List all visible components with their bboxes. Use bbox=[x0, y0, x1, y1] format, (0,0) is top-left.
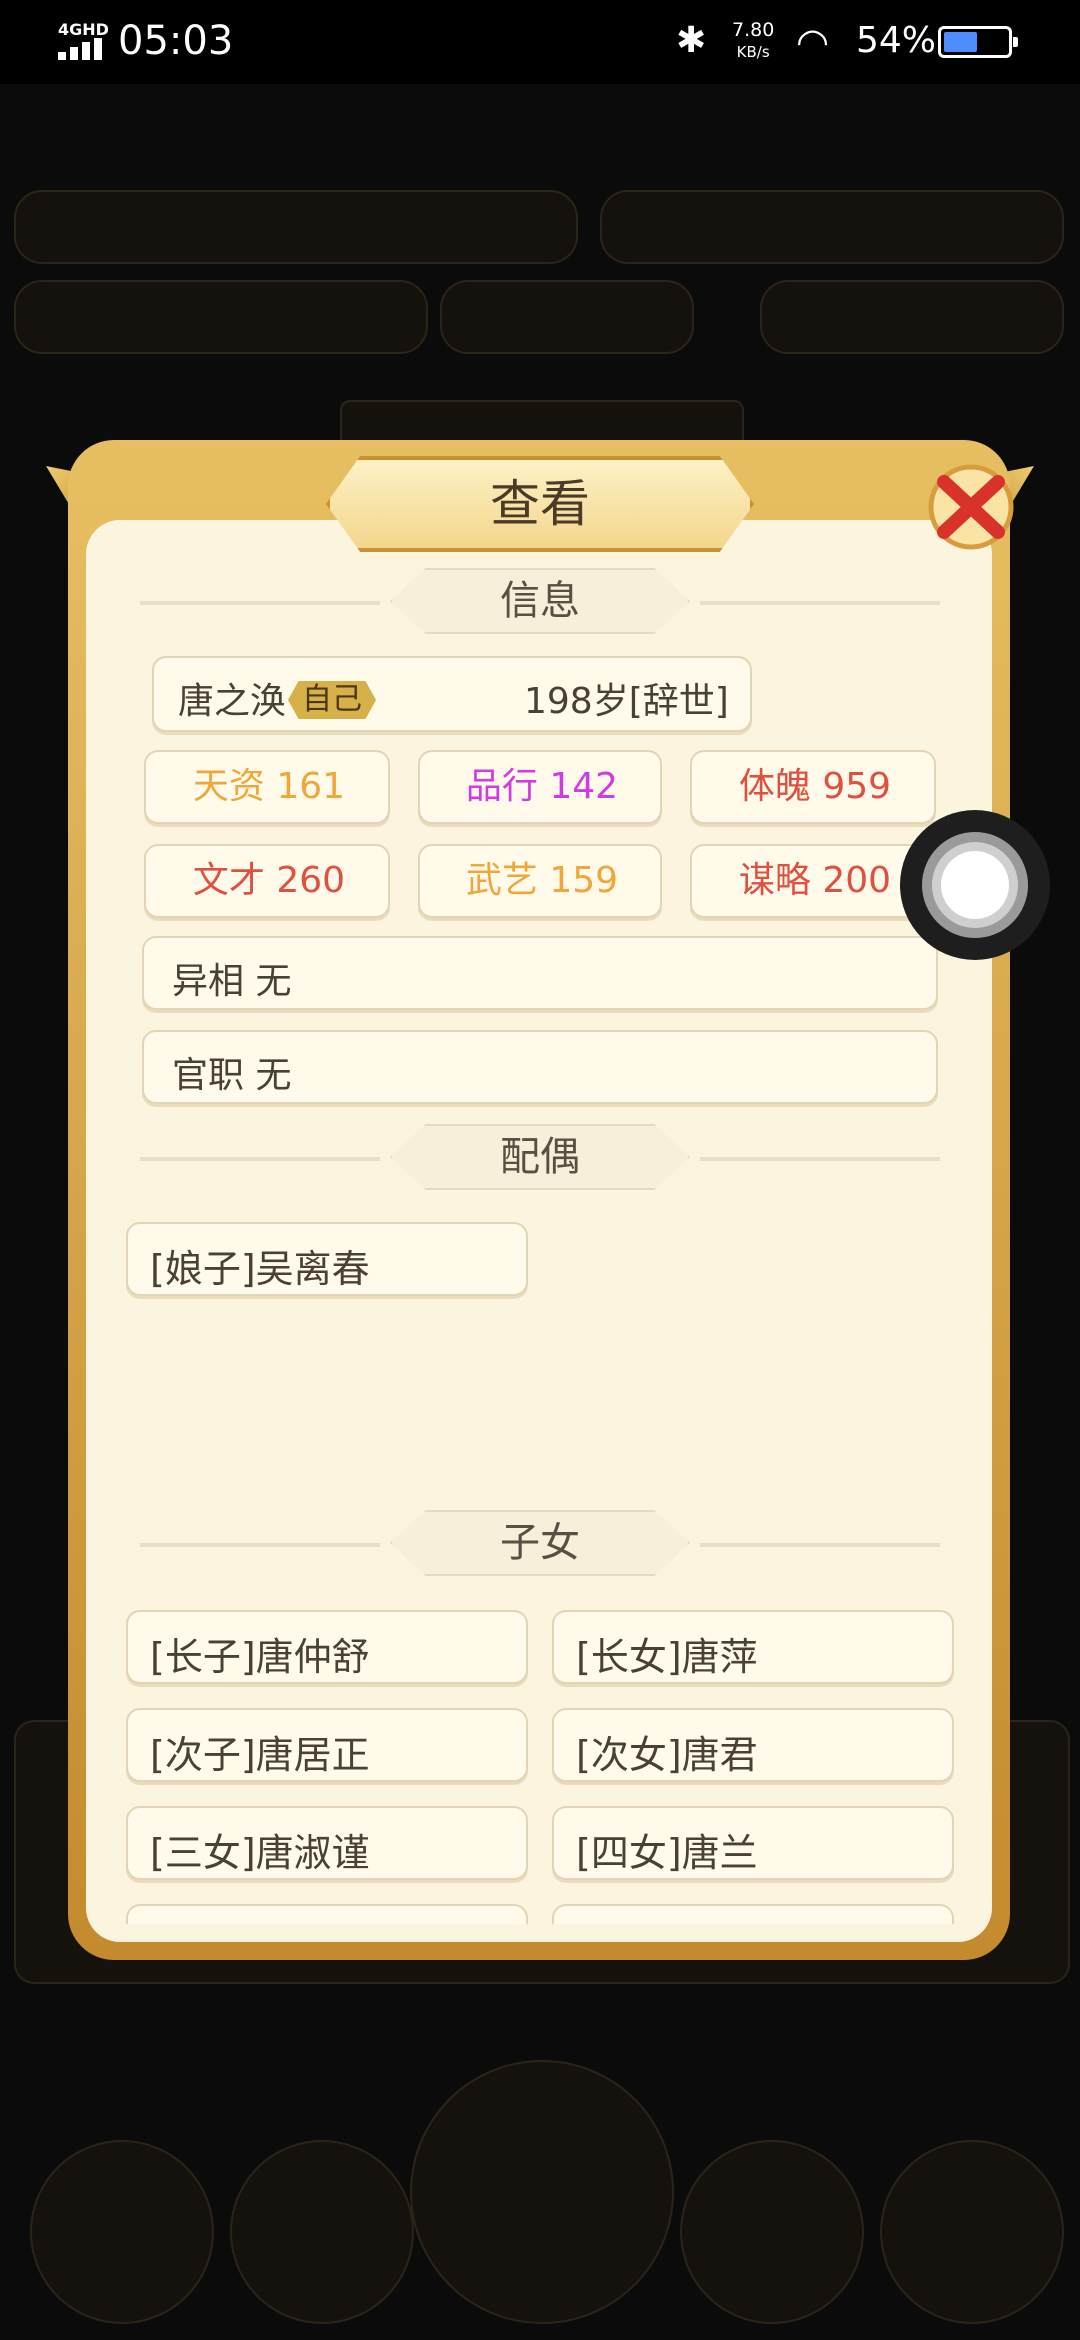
spouse-name: [娘子]吴离春 bbox=[150, 1247, 370, 1291]
clock: 05:03 bbox=[118, 18, 234, 64]
bg-panel bbox=[14, 280, 428, 354]
child-name: [四女]唐兰 bbox=[576, 1831, 758, 1875]
circle-icon bbox=[941, 851, 1009, 919]
bg-panel bbox=[30, 2140, 214, 2324]
bg-panel bbox=[600, 190, 1064, 264]
bg-panel bbox=[880, 2140, 1064, 2324]
bg-panel bbox=[680, 2140, 864, 2324]
network-speed: 7.80 KB/s bbox=[732, 19, 775, 62]
stat-card: 天资 161 bbox=[144, 750, 390, 824]
trait-card: 异相 无 bbox=[142, 936, 938, 1010]
stat-literary: 文才 260 bbox=[192, 860, 346, 901]
child-card[interactable]: [长子]唐仲舒 bbox=[126, 1610, 528, 1684]
stat-card: 武艺 159 bbox=[418, 844, 662, 918]
battery-icon bbox=[938, 26, 1018, 58]
child-name: [长子]唐仲舒 bbox=[150, 1635, 370, 1679]
bg-panel bbox=[230, 2140, 414, 2324]
character-name: 唐之涣 bbox=[178, 681, 287, 722]
stat-conduct: 品行 142 bbox=[465, 766, 619, 807]
stat-aptitude: 天资 161 bbox=[192, 766, 346, 807]
spouse-section-label: 配偶 bbox=[500, 1134, 580, 1180]
name-card: 唐之涣 自己 198岁[辞世] bbox=[152, 656, 752, 732]
bg-panel bbox=[440, 280, 694, 354]
spouse-card[interactable]: [娘子]吴离春 bbox=[126, 1222, 528, 1296]
child-card[interactable]: [长女]唐萍 bbox=[552, 1610, 954, 1684]
info-section-header: 信息 bbox=[140, 568, 940, 638]
dialog-title: 查看 bbox=[490, 475, 590, 533]
character-name-row: 唐之涣 自己 bbox=[178, 672, 377, 724]
child-card-partial[interactable] bbox=[552, 1904, 954, 1924]
child-name: [次女]唐君 bbox=[576, 1733, 758, 1777]
status-bar: 4GHD 05:03 ✱ 7.80 KB/s ◠ 54% bbox=[0, 0, 1080, 84]
spouse-section-header: 配偶 bbox=[140, 1124, 940, 1194]
signal-icon bbox=[58, 38, 106, 60]
bg-panel bbox=[760, 280, 1064, 354]
children-section-label: 子女 bbox=[500, 1520, 580, 1566]
child-card[interactable]: [次女]唐君 bbox=[552, 1708, 954, 1782]
stat-martial: 武艺 159 bbox=[465, 860, 619, 901]
bg-panel bbox=[14, 190, 578, 264]
network-type: 4GHD bbox=[58, 20, 109, 39]
floating-assistive-button[interactable] bbox=[900, 810, 1050, 960]
bg-panel bbox=[410, 2060, 674, 2324]
child-name: [三女]唐淑谨 bbox=[150, 1831, 370, 1875]
stat-physique: 体魄 959 bbox=[738, 766, 892, 807]
child-name: [长女]唐萍 bbox=[576, 1635, 758, 1679]
close-button[interactable] bbox=[916, 452, 1026, 562]
battery-percent: 54% bbox=[856, 20, 937, 61]
child-card-partial[interactable] bbox=[126, 1904, 528, 1924]
trait-row: 异相 无 bbox=[172, 961, 292, 1002]
stat-card: 文才 260 bbox=[144, 844, 390, 918]
child-card[interactable]: [四女]唐兰 bbox=[552, 1806, 954, 1880]
age-status: 198岁[辞世] bbox=[524, 681, 729, 722]
wifi-icon: ◠ bbox=[796, 20, 830, 64]
child-card[interactable]: [次子]唐居正 bbox=[126, 1708, 528, 1782]
bluetooth-icon: ✱ bbox=[676, 20, 707, 61]
office-card: 官职 无 bbox=[142, 1030, 938, 1104]
children-section-header: 子女 bbox=[140, 1510, 940, 1580]
child-name: [次子]唐居正 bbox=[150, 1733, 370, 1777]
office-row: 官职 无 bbox=[172, 1055, 292, 1096]
info-section-label: 信息 bbox=[500, 578, 580, 624]
self-badge: 自己 bbox=[288, 681, 377, 719]
child-card[interactable]: [三女]唐淑谨 bbox=[126, 1806, 528, 1880]
stat-card: 体魄 959 bbox=[690, 750, 936, 824]
stat-card: 品行 142 bbox=[418, 750, 662, 824]
